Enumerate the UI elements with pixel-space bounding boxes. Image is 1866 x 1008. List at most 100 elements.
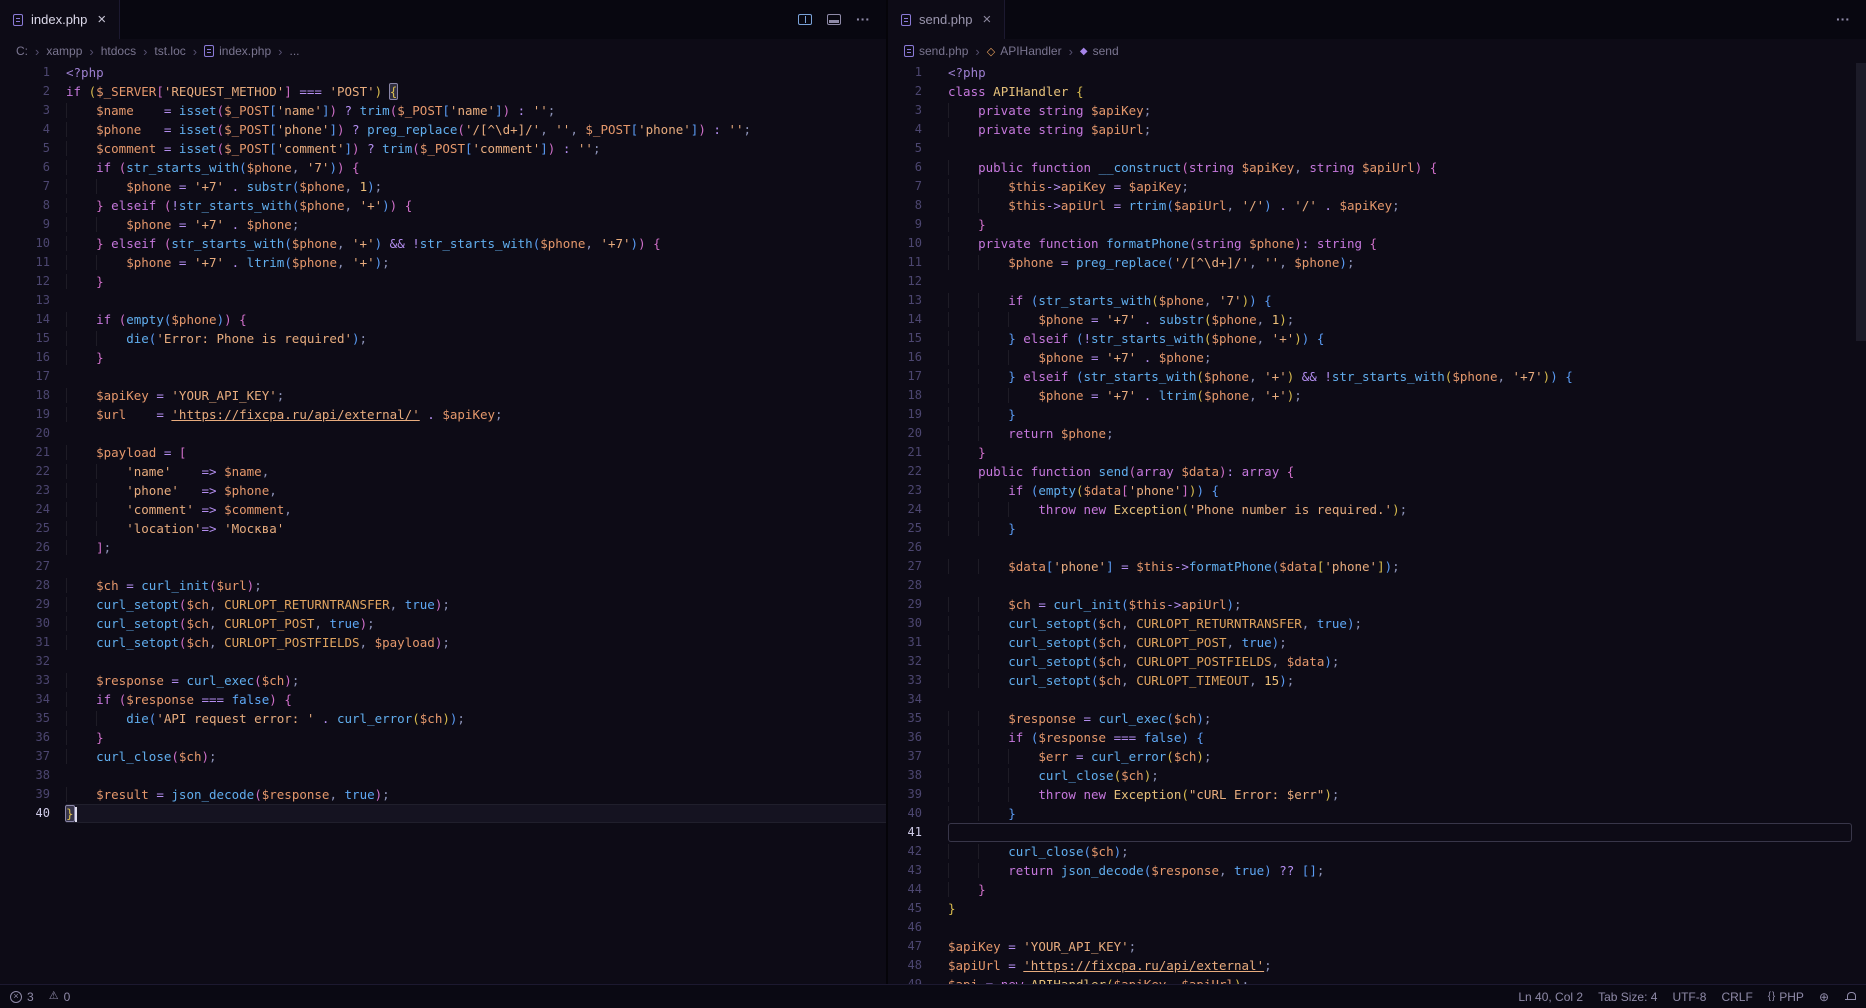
code-line[interactable]: 26 xyxy=(888,538,1866,557)
code-line[interactable]: 29 curl_setopt($ch, CURLOPT_RETURNTRANSF… xyxy=(0,595,886,614)
code-line[interactable]: 24 throw new Exception('Phone number is … xyxy=(888,500,1866,519)
code-line[interactable]: 15 die('Error: Phone is required'); xyxy=(0,329,886,348)
code-line[interactable]: 22 public function send(array $data): ar… xyxy=(888,462,1866,481)
code-line[interactable]: 25 } xyxy=(888,519,1866,538)
code-line[interactable]: 20 xyxy=(0,424,886,443)
code-line[interactable]: 34 if ($response === false) { xyxy=(0,690,886,709)
close-tab-icon[interactable]: × xyxy=(983,11,992,28)
more-actions-icon[interactable] xyxy=(1836,11,1850,29)
language-mode[interactable]: PHP xyxy=(1768,990,1804,1004)
code-line[interactable]: 30 curl_setopt($ch, CURLOPT_RETURNTRANSF… xyxy=(888,614,1866,633)
code-line[interactable]: 12 xyxy=(888,272,1866,291)
code-line[interactable]: 40} xyxy=(0,804,886,823)
code-line[interactable]: 35 $response = curl_exec($ch); xyxy=(888,709,1866,728)
problems-warnings[interactable]: 0 xyxy=(49,990,71,1004)
code-line[interactable]: 4 $phone = isset($_POST['phone']) ? preg… xyxy=(0,120,886,139)
code-line[interactable]: 47$apiKey = 'YOUR_API_KEY'; xyxy=(888,937,1866,956)
code-line[interactable]: 35 die('API request error: ' . curl_erro… xyxy=(0,709,886,728)
code-line[interactable]: 5 $comment = isset($_POST['comment']) ? … xyxy=(0,139,886,158)
code-line[interactable]: 8 } elseif (!str_starts_with($phone, '+'… xyxy=(0,196,886,215)
code-line[interactable]: 38 curl_close($ch); xyxy=(888,766,1866,785)
eol[interactable]: CRLF xyxy=(1721,990,1752,1004)
code-line[interactable]: 21 $payload = [ xyxy=(0,443,886,462)
code-line[interactable]: 45} xyxy=(888,899,1866,918)
code-line[interactable]: 3 private string $apiKey; xyxy=(888,101,1866,120)
close-tab-icon[interactable]: × xyxy=(97,11,106,28)
code-line[interactable]: 17 } elseif (str_starts_with($phone, '+'… xyxy=(888,367,1866,386)
code-line[interactable]: 14 $phone = '+7' . substr($phone, 1); xyxy=(888,310,1866,329)
code-line[interactable]: 20 return $phone; xyxy=(888,424,1866,443)
code-line[interactable]: 13 if (str_starts_with($phone, '7')) { xyxy=(888,291,1866,310)
code-line[interactable]: 48$apiUrl = 'https://fixcpa.ru/api/exter… xyxy=(888,956,1866,975)
breadcrumb-item[interactable]: xampp xyxy=(46,44,82,58)
code-editor-send-php[interactable]: 1<?php2class APIHandler {3 private strin… xyxy=(888,63,1866,984)
code-line[interactable]: 2class APIHandler { xyxy=(888,82,1866,101)
code-line[interactable]: 17 xyxy=(0,367,886,386)
ports[interactable] xyxy=(1819,991,1829,1003)
code-line[interactable]: 29 $ch = curl_init($this->apiUrl); xyxy=(888,595,1866,614)
code-line[interactable]: 11 $phone = preg_replace('/[^\d+]/', '',… xyxy=(888,253,1866,272)
code-line[interactable]: 14 if (empty($phone)) { xyxy=(0,310,886,329)
indentation[interactable]: Tab Size: 4 xyxy=(1598,990,1657,1004)
notifications[interactable] xyxy=(1844,991,1856,1003)
code-line[interactable]: 49$api = new APIHandler($apiKey, $apiUrl… xyxy=(888,975,1866,984)
code-line[interactable]: 19 } xyxy=(888,405,1866,424)
code-line[interactable]: 1<?php xyxy=(888,63,1866,82)
code-line[interactable]: 30 curl_setopt($ch, CURLOPT_POST, true); xyxy=(0,614,886,633)
code-line[interactable]: 13 xyxy=(0,291,886,310)
code-line[interactable]: 42 curl_close($ch); xyxy=(888,842,1866,861)
breadcrumb-item[interactable]: send.php xyxy=(904,44,968,58)
code-line[interactable]: 2if ($_SERVER['REQUEST_METHOD'] === 'POS… xyxy=(0,82,886,101)
code-line[interactable]: 31 curl_setopt($ch, CURLOPT_POSTFIELDS, … xyxy=(0,633,886,652)
code-line[interactable]: 6 public function __construct(string $ap… xyxy=(888,158,1866,177)
code-line[interactable]: 16 $phone = '+7' . $phone; xyxy=(888,348,1866,367)
code-line[interactable]: 27 $data['phone'] = $this->formatPhone($… xyxy=(888,557,1866,576)
tab-send-php[interactable]: send.php × xyxy=(888,0,1005,39)
code-line[interactable]: 37 curl_close($ch); xyxy=(0,747,886,766)
code-line[interactable]: 18 $phone = '+7' . ltrim($phone, '+'); xyxy=(888,386,1866,405)
split-editor-icon[interactable] xyxy=(798,14,812,25)
breadcrumb-item[interactable]: ... xyxy=(290,44,300,58)
code-line[interactable]: 36 if ($response === false) { xyxy=(888,728,1866,747)
code-line[interactable]: 21 } xyxy=(888,443,1866,462)
code-line[interactable]: 38 xyxy=(0,766,886,785)
code-line[interactable]: 40 } xyxy=(888,804,1866,823)
code-line[interactable]: 46 xyxy=(888,918,1866,937)
code-line[interactable]: 39 $result = json_decode($response, true… xyxy=(0,785,886,804)
code-line[interactable]: 18 $apiKey = 'YOUR_API_KEY'; xyxy=(0,386,886,405)
code-line[interactable]: 12 } xyxy=(0,272,886,291)
code-line[interactable]: 9 $phone = '+7' . $phone; xyxy=(0,215,886,234)
breadcrumb-item[interactable]: APIHandler xyxy=(987,44,1062,58)
breadcrumb-item[interactable]: tst.loc xyxy=(154,44,185,58)
code-line[interactable]: 7 $phone = '+7' . substr($phone, 1); xyxy=(0,177,886,196)
code-line[interactable]: 7 $this->apiKey = $apiKey; xyxy=(888,177,1866,196)
code-line[interactable]: 4 private string $apiUrl; xyxy=(888,120,1866,139)
code-line[interactable]: 19 $url = 'https://fixcpa.ru/api/externa… xyxy=(0,405,886,424)
breadcrumb-item[interactable]: C: xyxy=(16,44,28,58)
more-actions-icon[interactable] xyxy=(856,11,870,29)
tab-index-php[interactable]: index.php × xyxy=(0,0,120,39)
code-line[interactable]: 43 return json_decode($response, true) ?… xyxy=(888,861,1866,880)
toggle-layout-icon[interactable] xyxy=(827,14,841,25)
code-line[interactable]: 23 'phone' => $phone, xyxy=(0,481,886,500)
encoding[interactable]: UTF-8 xyxy=(1672,990,1706,1004)
problems-errors[interactable]: 3 xyxy=(10,990,34,1004)
code-line[interactable]: 22 'name' => $name, xyxy=(0,462,886,481)
code-line[interactable]: 32 xyxy=(0,652,886,671)
code-line[interactable]: 26 ]; xyxy=(0,538,886,557)
code-line[interactable]: 28 $ch = curl_init($url); xyxy=(0,576,886,595)
code-line[interactable]: 6 if (str_starts_with($phone, '7')) { xyxy=(0,158,886,177)
code-line[interactable]: 33 $response = curl_exec($ch); xyxy=(0,671,886,690)
code-line[interactable]: 32 curl_setopt($ch, CURLOPT_POSTFIELDS, … xyxy=(888,652,1866,671)
code-line[interactable]: 10 } elseif (str_starts_with($phone, '+'… xyxy=(0,234,886,253)
breadcrumb-item[interactable]: htdocs xyxy=(101,44,136,58)
code-line[interactable]: 31 curl_setopt($ch, CURLOPT_POST, true); xyxy=(888,633,1866,652)
code-editor-index-php[interactable]: 1<?php2if ($_SERVER['REQUEST_METHOD'] ==… xyxy=(0,63,886,984)
cursor-position[interactable]: Ln 40, Col 2 xyxy=(1518,990,1583,1004)
code-line[interactable]: 39 throw new Exception("cURL Error: $err… xyxy=(888,785,1866,804)
code-line[interactable]: 9 } xyxy=(888,215,1866,234)
code-line[interactable]: 28 xyxy=(888,576,1866,595)
code-line[interactable]: 34 xyxy=(888,690,1866,709)
code-line[interactable]: 24 'comment' => $comment, xyxy=(0,500,886,519)
vertical-scrollbar[interactable] xyxy=(1856,63,1866,341)
